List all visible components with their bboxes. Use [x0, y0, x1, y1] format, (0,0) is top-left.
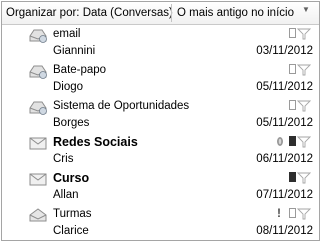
- category-icon[interactable]: [289, 64, 296, 74]
- conversation-read-icon: [29, 65, 47, 79]
- category-icon[interactable]: [289, 136, 296, 146]
- message-date: 05/11/2012: [256, 117, 313, 129]
- flag-icon[interactable]: [297, 28, 311, 40]
- message-row[interactable]: email Giannini 03/11/2012: [2, 25, 319, 61]
- envelope-unread-icon: [29, 137, 47, 150]
- message-date: 06/11/2012: [256, 153, 313, 165]
- category-icon[interactable]: [289, 28, 296, 38]
- flag-icon[interactable]: [297, 64, 311, 76]
- envelope-unread-icon: [29, 173, 47, 186]
- message-subject: Curso: [53, 171, 90, 185]
- message-subject: Turmas: [53, 208, 92, 220]
- message-list: Organizar por: Data (Conversas) O mais a…: [1, 1, 320, 241]
- envelope-open-icon: [29, 208, 47, 222]
- flag-icon[interactable]: [297, 172, 311, 184]
- message-row[interactable]: Sistema de Oportunidades Borges 05/11/20…: [2, 97, 319, 133]
- conversation-read-icon: [29, 101, 47, 115]
- message-date: 05/11/2012: [256, 81, 313, 93]
- message-date: 03/11/2012: [256, 45, 313, 57]
- message-subject: Redes Sociais: [53, 135, 138, 149]
- flag-icon[interactable]: [297, 208, 311, 220]
- message-subject: Bate-papo: [53, 64, 107, 76]
- sort-by-button[interactable]: Organizar por: Data (Conversas): [6, 2, 173, 24]
- conversation-read-icon: [29, 29, 47, 43]
- message-date: 07/11/2012: [256, 189, 313, 201]
- category-icon[interactable]: [289, 100, 296, 110]
- message-sender: Giannini: [53, 45, 96, 57]
- message-date: 08/11/2012: [256, 225, 313, 237]
- message-row[interactable]: Redes Sociais Cris 06/11/2012: [2, 133, 319, 169]
- arrangement-header: Organizar por: Data (Conversas) O mais a…: [2, 2, 319, 25]
- message-row[interactable]: Curso Allan 07/11/2012: [2, 169, 319, 205]
- sort-order-button[interactable]: O mais antigo no início: [177, 2, 294, 24]
- importance-icon: !: [277, 206, 281, 220]
- message-sender: Diogo: [53, 81, 84, 93]
- message-row[interactable]: Turmas ! Clarice 08/11/2012: [2, 205, 319, 240]
- category-icon[interactable]: [289, 172, 296, 182]
- message-sender: Borges: [53, 117, 90, 129]
- message-subject: Sistema de Oportunidades: [53, 100, 190, 112]
- flag-icon[interactable]: [297, 136, 311, 148]
- scroll-up-arrow-icon[interactable]: ▼: [302, 5, 310, 15]
- attachment-icon: [277, 137, 283, 146]
- category-icon[interactable]: [289, 208, 296, 218]
- header-separator: [171, 4, 172, 22]
- message-subject: email: [53, 28, 81, 40]
- message-sender: Clarice: [53, 225, 89, 237]
- message-row[interactable]: Bate-papo Diogo 05/11/2012: [2, 61, 319, 97]
- message-sender: Cris: [53, 153, 74, 165]
- flag-icon[interactable]: [297, 100, 311, 112]
- message-sender: Allan: [53, 189, 79, 201]
